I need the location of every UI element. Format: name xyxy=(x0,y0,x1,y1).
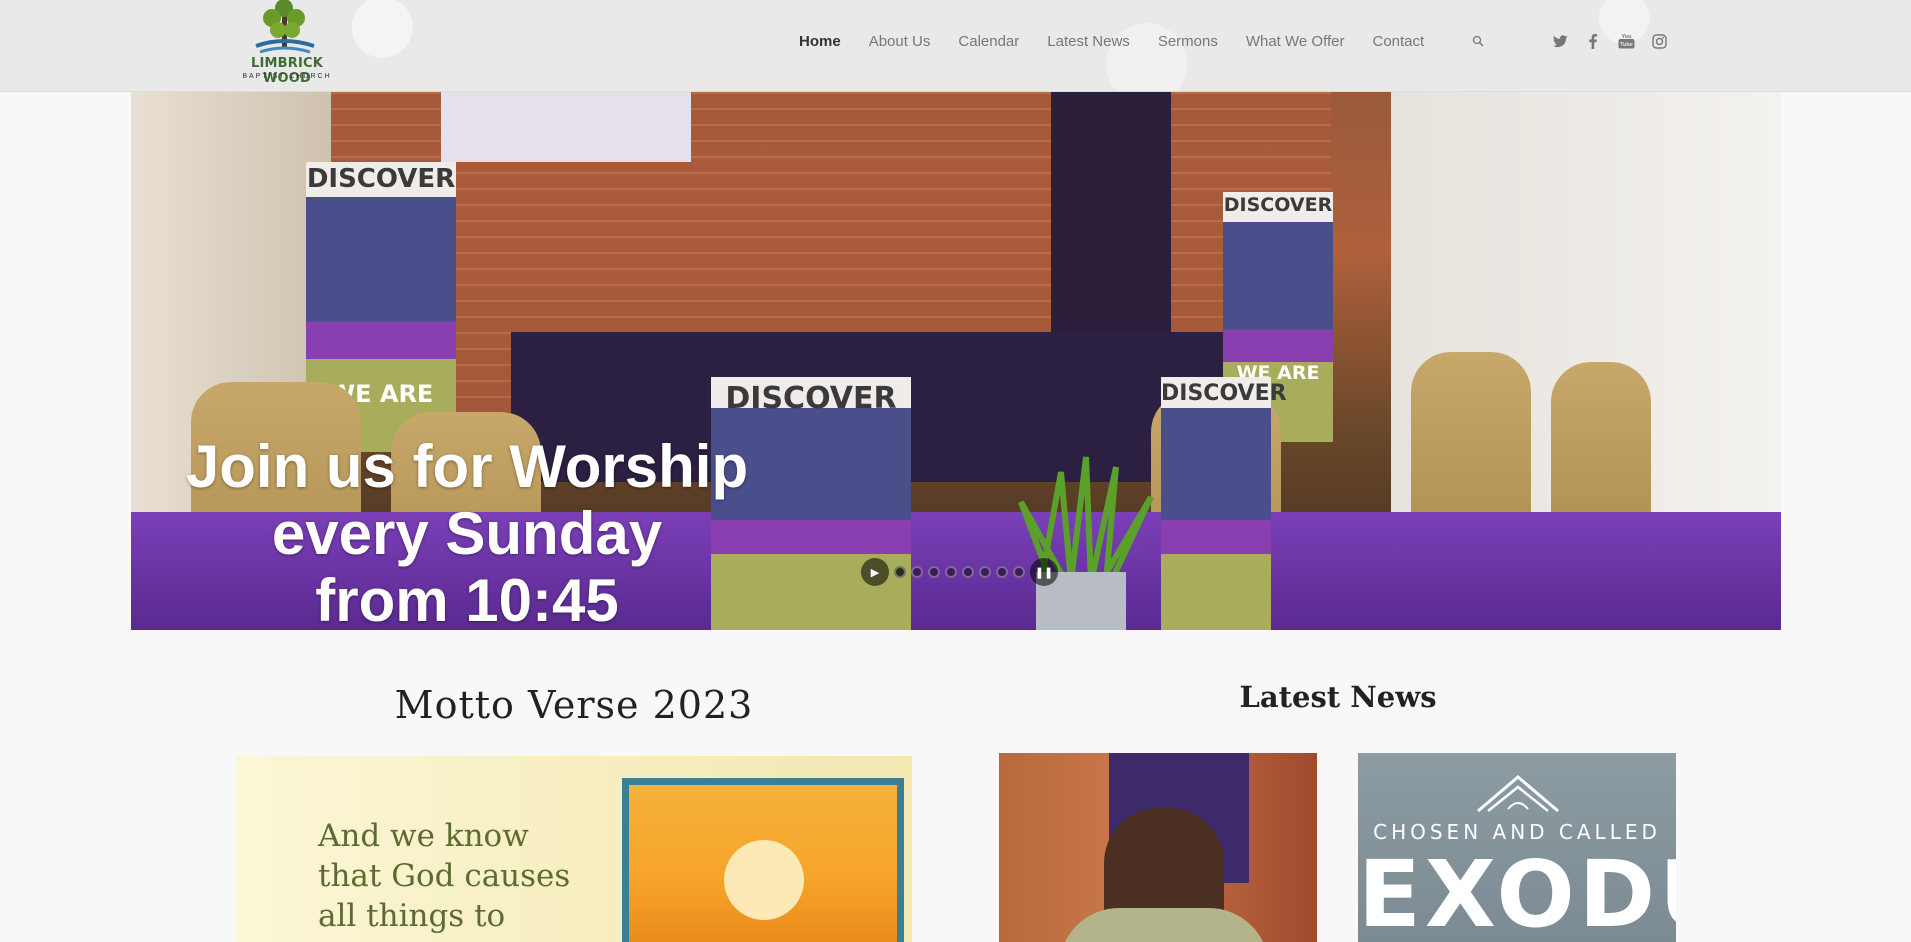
news-title: Latest News xyxy=(1239,680,1437,714)
slide-dot[interactable] xyxy=(911,566,923,578)
news-card-pastor[interactable] xyxy=(999,753,1317,942)
news-card-heading: EXODUS xyxy=(1358,841,1676,942)
roof-icon xyxy=(1477,775,1559,813)
slide-dot[interactable] xyxy=(996,566,1008,578)
slide-dot[interactable] xyxy=(928,566,940,578)
site-header: LIMBRICK WOOD BAPTIST CHURCH Home About … xyxy=(0,0,1911,92)
hero-projector-screen xyxy=(441,92,691,162)
twitter-icon[interactable] xyxy=(1550,31,1570,51)
sun-shape xyxy=(724,840,804,920)
logo-subtitle: BAPTIST CHURCH xyxy=(242,73,332,80)
nav-item-calendar[interactable]: Calendar xyxy=(944,30,1033,54)
nav-item-about-us[interactable]: About Us xyxy=(855,30,945,54)
hero-caption-line: from 10:45 xyxy=(315,567,619,634)
nav-item-latest-news[interactable]: Latest News xyxy=(1033,30,1144,54)
nav-item-what-we-offer[interactable]: What We Offer xyxy=(1232,30,1359,54)
main-nav: Home About Us Calendar Latest News Sermo… xyxy=(785,30,1438,54)
svg-text:You: You xyxy=(1621,34,1631,40)
booklet-center-title: DISCOVER xyxy=(725,381,897,416)
hero-caption: Join us for Worship every Sunday from 10… xyxy=(131,433,803,634)
motto-title: Motto Verse 2023 xyxy=(394,683,754,727)
slide-dot[interactable] xyxy=(894,566,906,578)
slide-dot[interactable] xyxy=(945,566,957,578)
motto-verse-text: And we know that God causes all things t… xyxy=(318,816,570,936)
hero-plant xyxy=(1018,456,1154,630)
nav-item-contact[interactable]: Contact xyxy=(1359,30,1439,54)
play-icon[interactable]: ▶ xyxy=(861,558,889,586)
pause-icon[interactable]: ❚❚ xyxy=(1030,558,1058,586)
motto-verse-line: And we know xyxy=(318,818,529,854)
slide-dot[interactable] xyxy=(962,566,974,578)
banner-right-title: DISCOVER xyxy=(1223,194,1333,216)
logo-title: LIMBRICK WOOD xyxy=(250,56,324,86)
hero-caption-line: Join us for Worship xyxy=(185,433,749,500)
person-shirt xyxy=(1059,908,1269,942)
hero-caption-line: every Sunday xyxy=(271,500,663,567)
motto-verse-line: all things to xyxy=(318,898,506,934)
instagram-icon[interactable] xyxy=(1649,31,1669,51)
news-card-exodus[interactable]: CHOSEN AND CALLED EXODUS xyxy=(1358,753,1676,942)
slide-dot[interactable] xyxy=(979,566,991,578)
facebook-icon[interactable] xyxy=(1583,31,1603,51)
nav-item-home[interactable]: Home xyxy=(785,30,855,54)
slide-dot[interactable] xyxy=(1013,566,1025,578)
youtube-icon[interactable]: Tube You xyxy=(1616,31,1636,51)
sunset-frame xyxy=(622,778,904,942)
slider-controls: ▶ ❚❚ xyxy=(861,558,1058,586)
hero-booklet-right: DISCOVER xyxy=(1161,377,1287,630)
motto-verse-line: that God causes xyxy=(318,858,571,894)
banner-left-title: DISCOVER xyxy=(306,164,456,194)
motto-verse-image[interactable]: And we know that God causes all things t… xyxy=(236,756,912,942)
social-links: Tube You xyxy=(1550,31,1669,51)
search-icon[interactable] xyxy=(1472,35,1484,47)
svg-text:Tube: Tube xyxy=(1620,42,1633,48)
nav-item-sermons[interactable]: Sermons xyxy=(1144,30,1232,54)
booklet-right-title: DISCOVER xyxy=(1161,381,1287,406)
